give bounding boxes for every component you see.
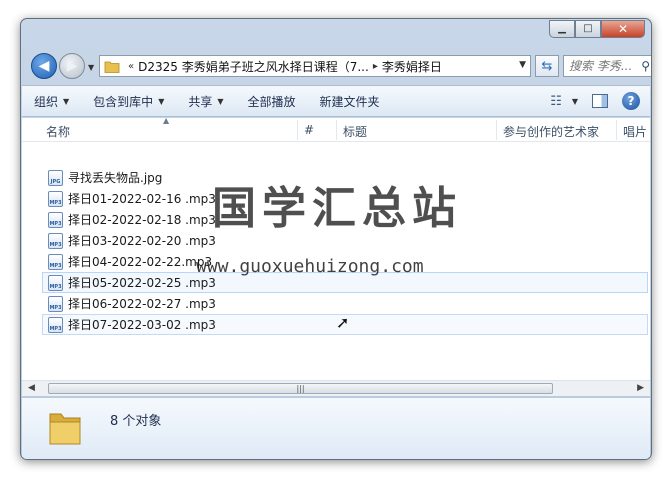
maximize-button[interactable]: □ [575, 20, 601, 38]
column-name[interactable]: 名称 [46, 123, 70, 140]
refresh-icon: ⇆ [541, 58, 553, 74]
column-contributing-artists[interactable]: 参与创作的艺术家 [503, 123, 599, 140]
command-bar: 组织 ▼ 包含到库中 ▼ 共享 ▼ 全部播放 新建文件夹 ☷ ▼ ? [22, 85, 650, 117]
mp3-file-icon: MP3 [48, 253, 63, 270]
scroll-left-icon[interactable]: ◀ [28, 383, 35, 393]
organize-menu[interactable]: 组织 ▼ [22, 93, 81, 110]
column-track-number[interactable]: # [304, 123, 314, 137]
search-box[interactable]: ⚲ [563, 55, 651, 77]
mp3-file-icon: MP3 [48, 274, 63, 291]
file-list-pane: 名称 ▲ # 标题 参与创作的艺术家 唱片 JPG 寻找丢失物品.jpg MP3… [22, 116, 650, 380]
mp3-file-icon: MP3 [48, 211, 63, 228]
refresh-button[interactable]: ⇆ [535, 55, 559, 77]
scrollbar-thumb[interactable]: ||| [48, 383, 553, 394]
close-button[interactable]: ✕ [601, 20, 645, 38]
preview-pane-icon[interactable] [592, 94, 608, 108]
window-controls: ▁ □ ✕ [549, 20, 645, 38]
details-view-icon: ☷ [550, 93, 562, 109]
file-name: 寻找丢失物品.jpg [68, 171, 163, 185]
file-row[interactable]: MP3 择日06-2022-02-27 .mp3 [42, 293, 648, 314]
play-all-label: 全部播放 [247, 94, 296, 109]
item-count: 8 个对象 [110, 414, 162, 429]
column-title[interactable]: 标题 [343, 123, 367, 140]
folder-icon [49, 413, 81, 445]
share-label: 共享 [188, 94, 213, 109]
file-name: 择日05-2022-02-25 .mp3 [68, 276, 216, 290]
mp3-file-icon: MP3 [48, 232, 63, 249]
scroll-right-icon[interactable]: ▶ [637, 383, 644, 393]
include-in-library-label: 包含到库中 [93, 94, 154, 109]
jpg-file-icon: JPG [48, 169, 63, 186]
watermark-title: 国学汇总站 [212, 183, 462, 234]
share-menu[interactable]: 共享 ▼ [176, 93, 235, 110]
organize-label: 组织 [34, 94, 59, 109]
search-input[interactable] [569, 59, 635, 73]
mp3-file-icon: MP3 [48, 295, 63, 312]
breadcrumb-current[interactable]: 李秀娟择日 [382, 58, 442, 75]
view-controls: ☷ ▼ ? [550, 92, 640, 110]
mp3-file-icon: MP3 [48, 316, 63, 333]
change-view-button[interactable]: ☷ ▼ [550, 94, 578, 109]
breadcrumb-parent[interactable]: D2325 李秀娟弟子班之风水择日课程（7... [138, 58, 369, 75]
file-name: 择日07-2022-03-02 .mp3 [68, 318, 216, 332]
forward-button[interactable]: ▶ [59, 53, 85, 79]
chevron-down-icon: ▼ [63, 96, 70, 106]
breadcrumb-overflow-icon[interactable]: « [128, 61, 134, 72]
mouse-cursor-icon: ➚ [336, 313, 350, 332]
column-divider[interactable] [496, 120, 497, 140]
chevron-down-icon: ▼ [158, 96, 165, 106]
breadcrumb-chevron-icon[interactable]: ▸ [373, 61, 378, 72]
folder-icon [104, 61, 120, 73]
column-divider[interactable] [336, 120, 337, 140]
watermark-url: www.guoxuehuizong.com [196, 256, 424, 277]
address-dropdown-icon[interactable]: ▼ [519, 60, 526, 70]
include-in-library-menu[interactable]: 包含到库中 ▼ [81, 93, 176, 110]
column-headers: 名称 ▲ # 标题 参与创作的艺术家 唱片 [22, 116, 650, 142]
chevron-down-icon: ▼ [571, 96, 578, 106]
mp3-file-icon: MP3 [48, 190, 63, 207]
back-button[interactable]: ◀ [31, 53, 57, 79]
play-all-button[interactable]: 全部播放 [236, 93, 308, 110]
minimize-button[interactable]: ▁ [549, 20, 575, 38]
chevron-down-icon: ▼ [217, 96, 224, 106]
column-album[interactable]: 唱片 [623, 123, 647, 140]
column-divider[interactable] [297, 120, 298, 140]
address-bar[interactable]: « D2325 李秀娟弟子班之风水择日课程（7... ▸ 李秀娟择日 ▼ [99, 55, 531, 77]
column-divider[interactable] [616, 120, 617, 140]
help-icon[interactable]: ? [622, 92, 640, 110]
search-icon[interactable]: ⚲ [641, 59, 650, 73]
navigation-bar: ◀ ▶ ▼ « D2325 李秀娟弟子班之风水择日课程（7... ▸ 李秀娟择日… [29, 49, 651, 81]
new-folder-label: 新建文件夹 [319, 94, 380, 109]
sort-ascending-icon: ▲ [163, 116, 170, 125]
file-name: 择日04-2022-02-22.mp3 [68, 255, 213, 269]
explorer-window: ▁ □ ✕ ◀ ▶ ▼ « D2325 李秀娟弟子班之风水择日课程（7... ▸… [20, 18, 652, 460]
recent-pages-dropdown-icon[interactable]: ▼ [88, 63, 94, 72]
file-name: 择日06-2022-02-27 .mp3 [68, 297, 216, 311]
details-pane: 8 个对象 [22, 397, 650, 459]
new-folder-button[interactable]: 新建文件夹 [308, 93, 392, 110]
horizontal-scrollbar[interactable]: ◀ ||| ▶ [22, 380, 650, 396]
